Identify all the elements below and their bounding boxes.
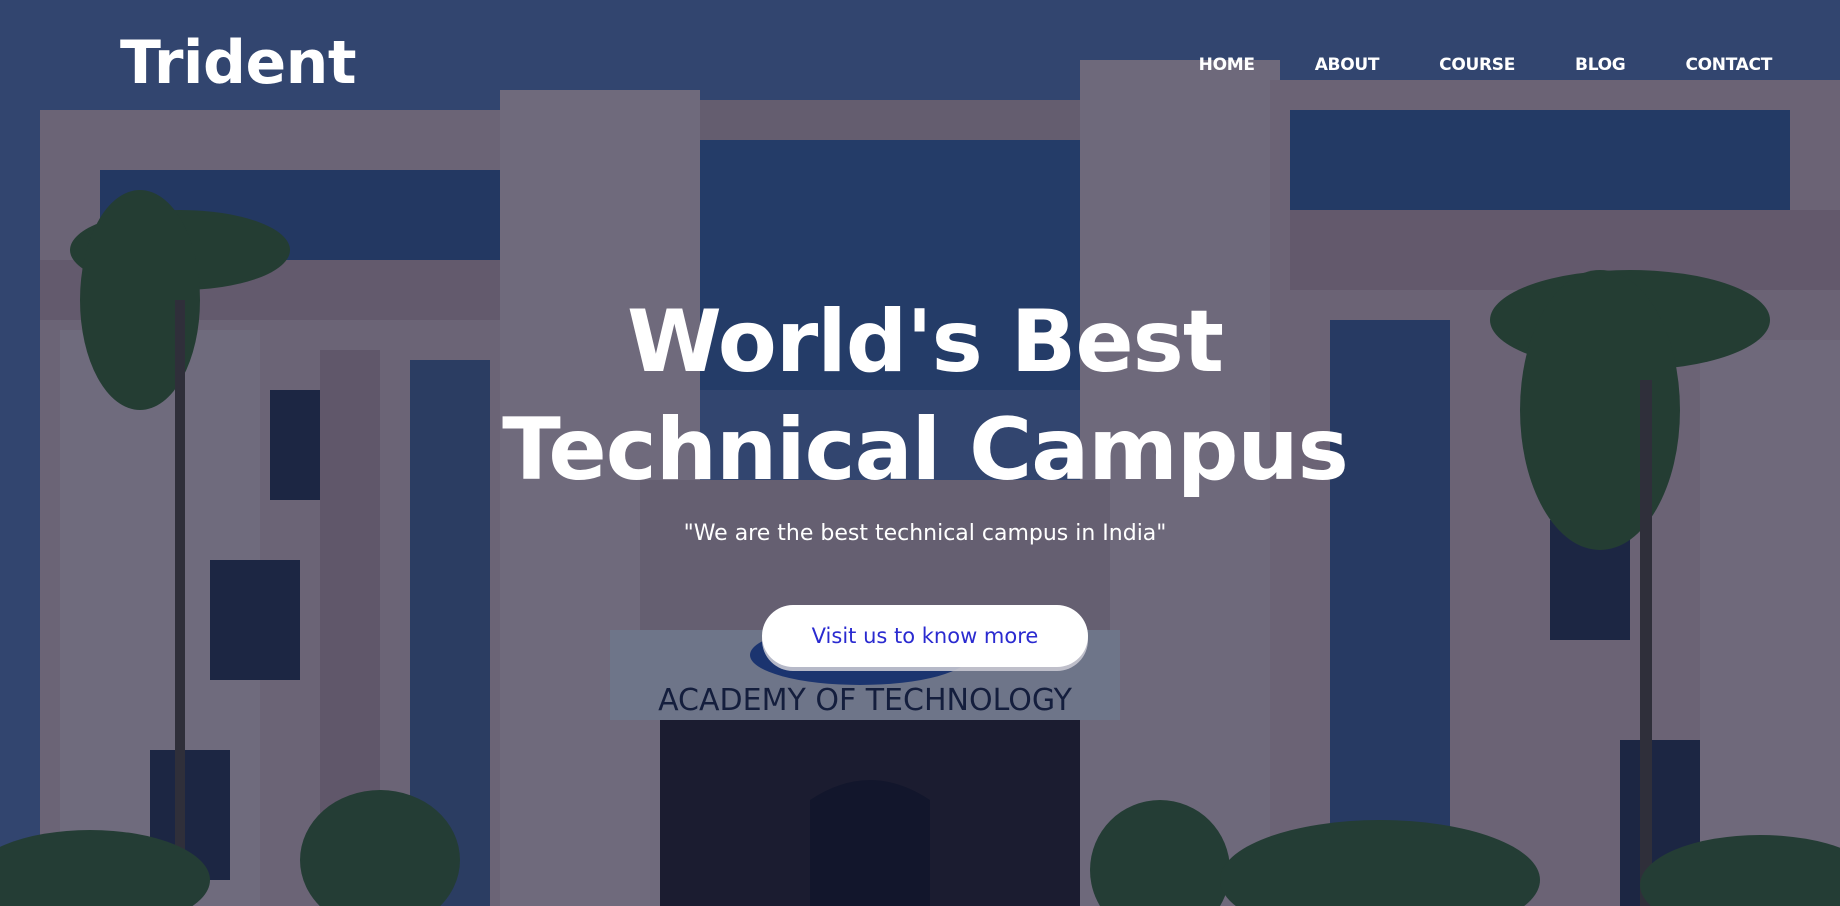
brand-logo[interactable]: Trident bbox=[120, 28, 357, 98]
visit-us-button[interactable]: Visit us to know more bbox=[762, 605, 1088, 667]
nav-link-contact[interactable]: CONTACT bbox=[1685, 55, 1772, 75]
nav-link-course[interactable]: COURSE bbox=[1439, 55, 1515, 75]
nav-link-blog[interactable]: BLOG bbox=[1575, 55, 1626, 75]
hero-headline: World's Best Technical Campus bbox=[0, 288, 1840, 504]
nav-menu: HOME ABOUT COURSE BLOG CONTACT bbox=[1139, 55, 1773, 75]
headline-line-1: World's Best bbox=[627, 292, 1224, 392]
hero-section: ACADEMY OF TECHNOLOGY Trident HOME ABOUT… bbox=[0, 0, 1840, 906]
headline-line-2: Technical Campus bbox=[502, 400, 1349, 500]
hero-tagline: "We are the best technical campus in Ind… bbox=[683, 521, 1167, 546]
nav-link-home[interactable]: HOME bbox=[1199, 55, 1255, 75]
top-navigation: Trident HOME ABOUT COURSE BLOG CONTACT bbox=[0, 0, 1840, 130]
nav-link-about[interactable]: ABOUT bbox=[1315, 55, 1380, 75]
